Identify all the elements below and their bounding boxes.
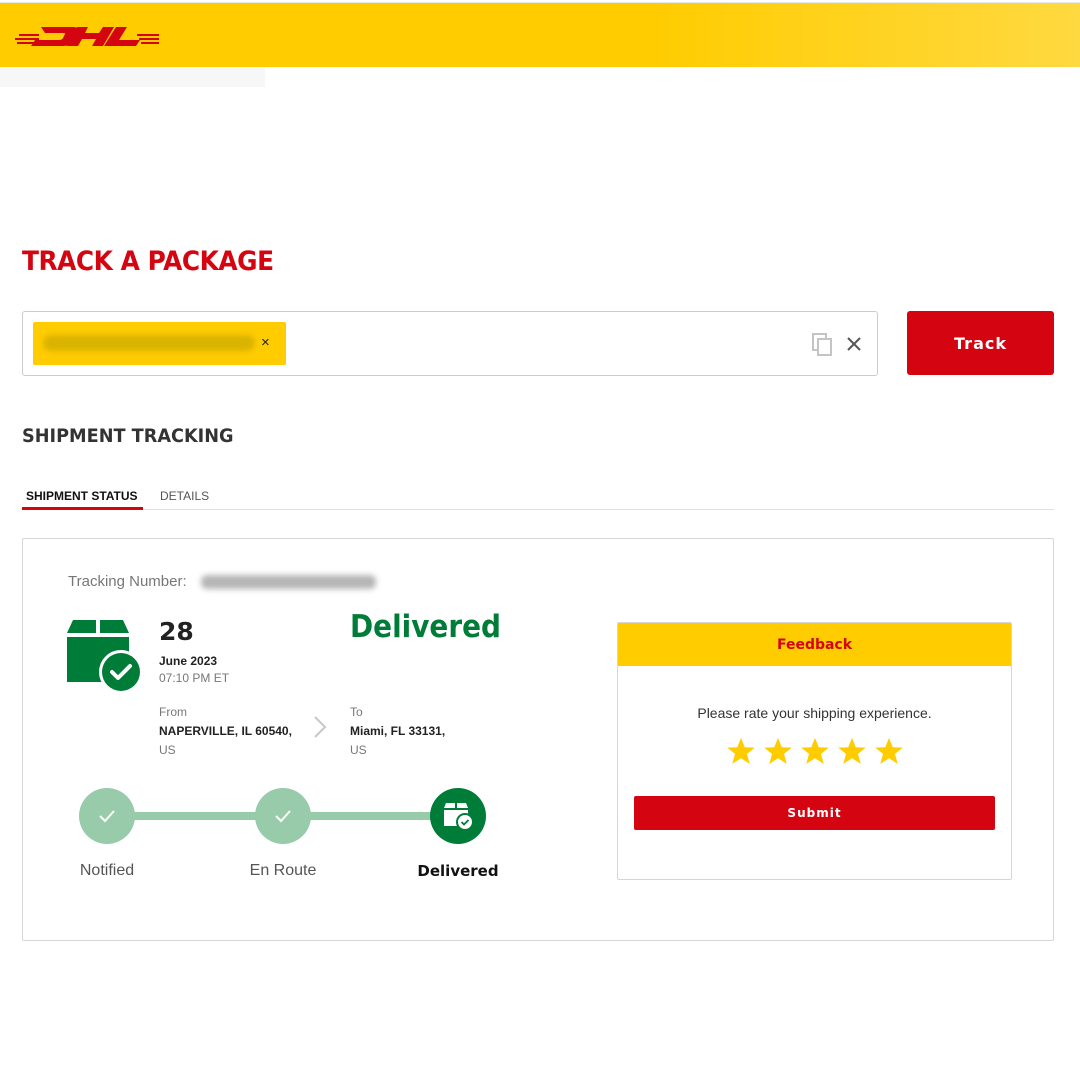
section-title: SHIPMENT TRACKING — [22, 425, 234, 447]
star-icon[interactable] — [837, 736, 867, 766]
origin-city: NAPERVILLE, IL 60540, — [159, 724, 292, 738]
check-icon — [99, 810, 115, 823]
close-icon[interactable] — [843, 333, 865, 355]
star-icon[interactable] — [874, 736, 904, 766]
chip-remove-icon[interactable]: × — [261, 334, 270, 352]
progress-step-en-route — [255, 788, 311, 844]
page-title: TRACK A PACKAGE — [22, 246, 274, 277]
step-label-notified: Notified — [79, 862, 135, 879]
star-rating[interactable] — [618, 736, 1011, 766]
copy-icon[interactable] — [812, 333, 834, 357]
feedback-prompt: Please rate your shipping experience. — [697, 705, 932, 721]
tracking-number-value: [redacted tracking number] — [201, 575, 376, 589]
delivery-month-year: June 2023 — [159, 654, 218, 668]
chevron-right-icon — [314, 716, 327, 738]
package-delivered-icon — [67, 620, 143, 694]
check-icon — [275, 810, 291, 823]
feedback-panel: Feedback Please rate your shipping exper… — [617, 622, 1012, 880]
tracking-number-label: Tracking Number: — [68, 573, 187, 590]
delivery-day: 28 — [159, 617, 194, 646]
step-label-delivered: Delivered — [417, 862, 499, 880]
progress-step-delivered — [430, 788, 486, 844]
star-icon[interactable] — [726, 736, 756, 766]
star-icon[interactable] — [800, 736, 830, 766]
chip-tracking-number: [redacted tracking number] — [43, 335, 255, 351]
destination-label: To — [350, 705, 363, 719]
site-header — [0, 2, 1080, 67]
step-label-en-route: En Route — [249, 862, 317, 879]
destination-country: US — [350, 743, 367, 757]
active-tab-indicator — [22, 507, 143, 510]
tracking-search-input[interactable]: [redacted tracking number] × — [22, 311, 878, 376]
delivery-time: 07:10 PM ET — [159, 671, 230, 685]
origin-label: From — [159, 705, 187, 719]
status-headline: Delivered — [350, 609, 501, 645]
subnav-bar — [0, 67, 265, 87]
origin-country: US — [159, 743, 176, 757]
package-delivered-icon — [444, 803, 474, 831]
submit-feedback-button[interactable]: Submit — [634, 796, 995, 830]
progress-step-notified — [79, 788, 135, 844]
feedback-title: Feedback — [618, 623, 1011, 666]
dhl-logo[interactable] — [15, 25, 160, 47]
tab-bar: SHIPMENT STATUS DETAILS — [22, 485, 1054, 510]
tab-shipment-status[interactable]: SHIPMENT STATUS — [26, 489, 138, 503]
tab-details[interactable]: DETAILS — [160, 489, 209, 503]
shipment-status-card: Tracking Number: [redacted tracking numb… — [22, 538, 1054, 941]
track-button[interactable]: Track — [907, 311, 1054, 375]
tracking-number-chip[interactable]: [redacted tracking number] × — [33, 322, 286, 365]
destination-city: Miami, FL 33131, — [350, 724, 446, 738]
star-icon[interactable] — [763, 736, 793, 766]
